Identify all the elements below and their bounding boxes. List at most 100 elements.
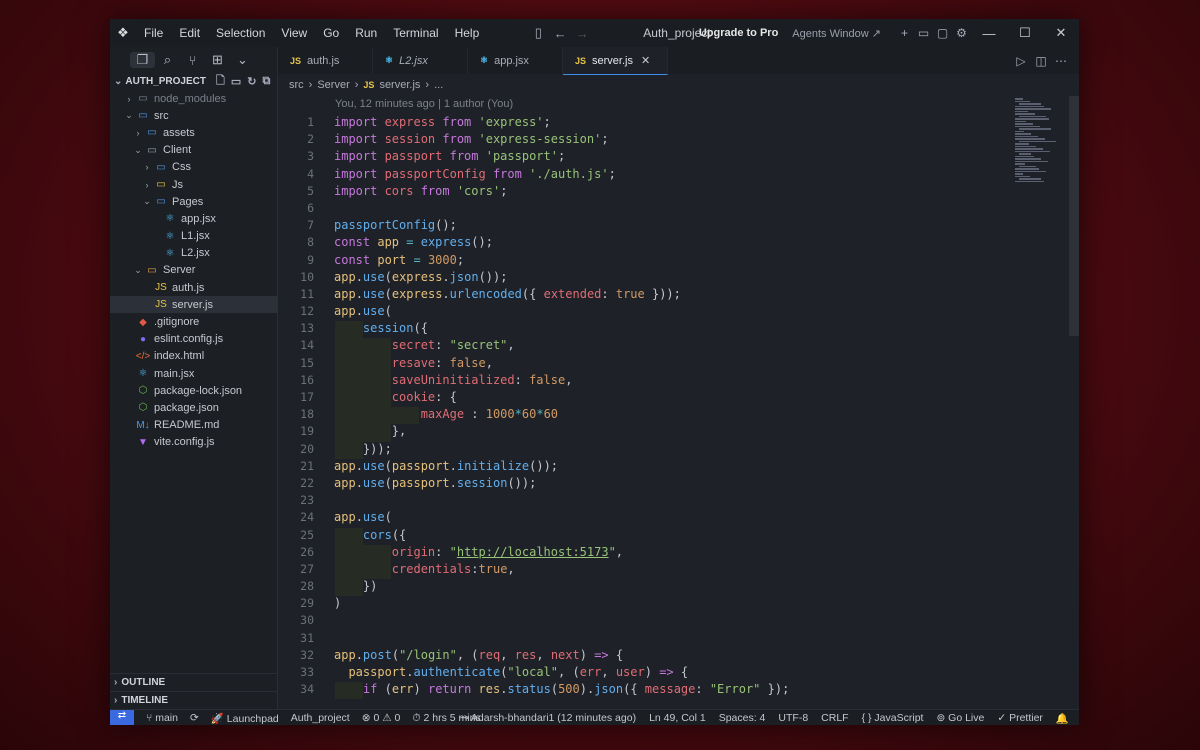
back-arrow-icon[interactable]: ← xyxy=(549,26,571,41)
menu-help[interactable]: Help xyxy=(447,26,488,40)
code-line[interactable]: 31 xyxy=(278,631,1068,648)
code-line[interactable]: 30 xyxy=(278,613,1068,630)
menu-go[interactable]: Go xyxy=(315,26,347,40)
notifications-bell-icon[interactable]: 🔔 xyxy=(1056,712,1069,725)
code-line[interactable]: 4 import passportConfig from './auth.js'; xyxy=(278,167,1068,184)
source-control-icon[interactable]: ⑂ xyxy=(180,53,205,68)
code-line[interactable]: 9 const port = 3000; xyxy=(278,253,1068,270)
tree-item[interactable]: ⌄ ▭ Pages xyxy=(110,193,277,210)
tree-item[interactable]: ⚛ main.jsx xyxy=(110,365,277,382)
code-line[interactable]: 10 app.use(express.json()); xyxy=(278,270,1068,287)
explorer-files-icon[interactable]: ❐ xyxy=(130,52,155,68)
chevron-down-icon[interactable]: ⌄ xyxy=(230,52,255,68)
tree-item[interactable]: ◆ .gitignore xyxy=(110,313,277,330)
tree-item[interactable]: ⚛ L1.jsx xyxy=(110,228,277,245)
remote-icon[interactable]: ⇄ xyxy=(110,710,134,725)
editor-tab[interactable]: JS server.js ✕ xyxy=(563,47,668,75)
panel-layout-icon[interactable]: ▭ xyxy=(914,26,933,40)
new-plus-icon[interactable]: + xyxy=(895,26,914,40)
close-window-button[interactable]: ✕ xyxy=(1043,25,1079,41)
code-line[interactable]: 28 }) xyxy=(278,579,1068,597)
code-line[interactable]: 15 resave: false, xyxy=(278,355,1068,373)
menu-selection[interactable]: Selection xyxy=(208,26,273,40)
refresh-icon[interactable]: ↻ xyxy=(247,75,256,88)
prettier-status[interactable]: ✓ Prettier xyxy=(997,712,1043,725)
code-line[interactable]: 23 xyxy=(278,493,1068,510)
tree-item[interactable]: ⌄ ▭ Client xyxy=(110,142,277,159)
menu-file[interactable]: File xyxy=(136,26,171,40)
extensions-icon[interactable]: ⊞ xyxy=(205,52,230,68)
tree-item[interactable]: JS auth.js xyxy=(110,279,277,296)
menu-view[interactable]: View xyxy=(273,26,315,40)
menu-edit[interactable]: Edit xyxy=(171,26,208,40)
language-mode[interactable]: { } JavaScript xyxy=(862,712,924,725)
minimize-button[interactable]: — xyxy=(971,26,1007,41)
git-blame-status[interactable]: ⊸ Adarsh-bhandari1 (12 minutes ago) xyxy=(460,712,636,725)
tree-item[interactable]: ▼ vite.config.js xyxy=(110,434,277,451)
code-line[interactable]: 3 import passport from 'passport'; xyxy=(278,149,1068,166)
code-line[interactable]: 27 credentials:true, xyxy=(278,561,1068,580)
encoding-status[interactable]: UTF-8 xyxy=(778,712,808,725)
menu-run[interactable]: Run xyxy=(347,26,385,40)
code-line[interactable]: 5 import cors from 'cors'; xyxy=(278,184,1068,201)
code-line[interactable]: 12 app.use( xyxy=(278,304,1068,321)
code-line[interactable]: 19 }, xyxy=(278,424,1068,442)
code-line[interactable]: 16 saveUninitialized: false, xyxy=(278,372,1068,390)
code-line[interactable]: 25 cors({ xyxy=(278,527,1068,545)
settings-gear-icon[interactable]: ⚙ xyxy=(952,26,971,40)
code-line[interactable]: 8 const app = express(); xyxy=(278,235,1068,252)
code-line[interactable]: 22 app.use(passport.session()); xyxy=(278,476,1068,493)
tree-item[interactable]: ⌄ ▭ Server xyxy=(110,262,277,279)
codelens-blame[interactable]: You, 12 minutes ago | 1 author (You) xyxy=(335,98,513,110)
vertical-scrollbar[interactable] xyxy=(1069,96,1079,336)
tree-item[interactable]: ⬡ package.json xyxy=(110,399,277,416)
upgrade-button[interactable]: Upgrade to Pro xyxy=(699,27,778,39)
breadcrumb-item[interactable]: src xyxy=(289,79,304,91)
tree-item[interactable]: JS server.js xyxy=(110,296,277,314)
minimap[interactable] xyxy=(1015,98,1065,208)
code-line[interactable]: 14 secret: "secret", xyxy=(278,338,1068,356)
eol-status[interactable]: CRLF xyxy=(821,712,848,725)
editor-tab[interactable]: JS auth.js xyxy=(278,47,373,74)
code-line[interactable]: 32 app.post("/login", (req, res, next) =>… xyxy=(278,648,1068,665)
breadcrumb-item[interactable]: JS xyxy=(363,80,374,90)
tree-item[interactable]: › ▭ node_modules xyxy=(110,90,277,107)
branch-status[interactable]: ⑂ main xyxy=(146,712,178,724)
code-line[interactable]: 13 session({ xyxy=(278,321,1068,339)
tree-item[interactable]: ⚛ app.jsx xyxy=(110,210,277,227)
editor-tab[interactable]: ⚛ L2.jsx xyxy=(373,47,468,74)
code-line[interactable]: 20 })); xyxy=(278,441,1068,459)
maximize-button[interactable]: ☐ xyxy=(1007,25,1043,41)
code-line[interactable]: 24 app.use( xyxy=(278,510,1068,527)
go-live-button[interactable]: ⊚ Go Live xyxy=(936,712,984,725)
menu-terminal[interactable]: Terminal xyxy=(385,26,446,40)
tree-item[interactable]: › ▭ assets xyxy=(110,124,277,141)
search-icon[interactable]: ⌕ xyxy=(155,52,180,68)
agents-window-link[interactable]: Agents Window ↗ xyxy=(792,27,881,40)
editor-tab[interactable]: ⚛ app.jsx xyxy=(468,47,563,74)
tree-item[interactable]: › ▭ Js xyxy=(110,176,277,193)
tree-item[interactable]: </> index.html xyxy=(110,348,277,365)
explorer-header[interactable]: ⌄ AUTH_PROJECT 🗋 ▭ ↻ ⧉ xyxy=(110,73,277,90)
tree-item[interactable]: ⬡ package-lock.json xyxy=(110,382,277,399)
indentation-status[interactable]: Spaces: 4 xyxy=(719,712,766,725)
cursor-position[interactable]: Ln 49, Col 1 xyxy=(649,712,706,725)
problems-status[interactable]: ⊗ 0 ⚠ 0 xyxy=(362,712,401,724)
outline-section[interactable]: › OUTLINE xyxy=(110,673,277,691)
tree-item[interactable]: › ▭ Css xyxy=(110,159,277,176)
code-line[interactable]: 1 import express from 'express'; xyxy=(278,115,1068,132)
split-editor-icon[interactable]: ◫ xyxy=(1031,54,1051,68)
forward-arrow-icon[interactable]: → xyxy=(571,26,593,41)
code-line[interactable]: 11 app.use(express.urlencoded({ extended:… xyxy=(278,287,1068,304)
tree-item[interactable]: ⚛ L2.jsx xyxy=(110,245,277,262)
code-line[interactable]: 29) xyxy=(278,596,1068,613)
code-line[interactable]: 34 if (err) return res.status(500).json(… xyxy=(278,682,1068,700)
breadcrumb-item[interactable]: Server xyxy=(317,79,349,91)
code-line[interactable]: 33 passport.authenticate("local", (err, … xyxy=(278,665,1068,682)
code-line[interactable]: 17 cookie: { xyxy=(278,390,1068,408)
run-icon[interactable]: ▷ xyxy=(1011,54,1031,68)
toggle-sidebar-icon[interactable]: ▯ xyxy=(527,25,549,41)
tree-item[interactable]: ⌄ ▭ src xyxy=(110,107,277,124)
code-editor[interactable]: You, 12 minutes ago | 1 author (You) 1 im… xyxy=(278,96,1079,709)
new-folder-icon[interactable]: ▭ xyxy=(231,75,241,88)
